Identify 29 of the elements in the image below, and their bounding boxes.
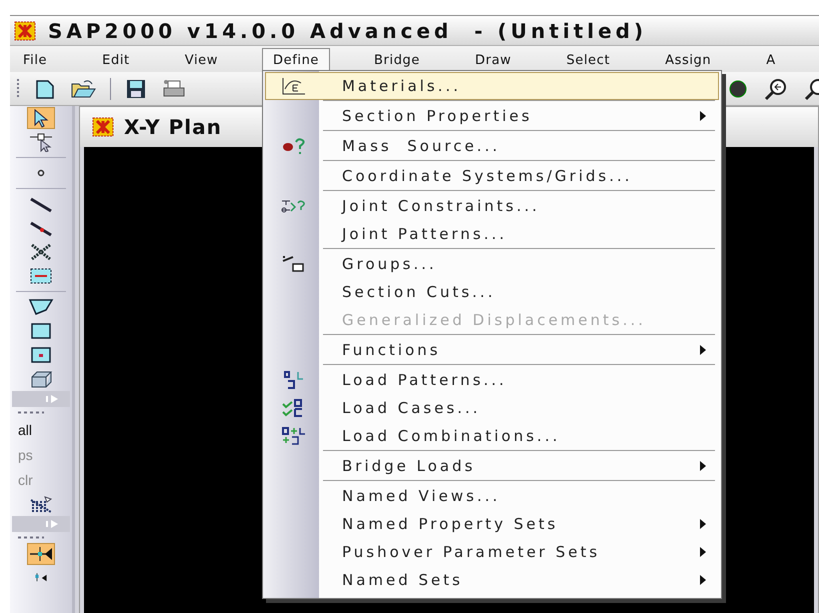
menu-item[interactable]: Section Cuts... — [264, 278, 719, 306]
menu-item[interactable]: Named Views... — [264, 482, 719, 510]
menu-item[interactable]: Mass Source... — [264, 132, 719, 160]
menu-bar-item[interactable]: Bridge — [363, 48, 432, 72]
menu-item[interactable]: Pushover Parameter Sets — [264, 538, 719, 566]
menu-bar-item[interactable]: View — [174, 48, 229, 72]
menu-bar-item[interactable]: File — [12, 48, 58, 72]
menu-item[interactable]: Coordinate Systems/Grids... — [264, 162, 719, 190]
menu-item[interactable]: Groups... — [264, 250, 719, 278]
menu-item[interactable]: Section Properties — [264, 102, 719, 130]
menu-bar-item[interactable]: Edit — [91, 48, 141, 72]
menu-item[interactable]: Materials... — [264, 72, 719, 100]
menu-item[interactable]: Named Property Sets — [264, 510, 719, 538]
menu-bar-item[interactable]: A — [755, 48, 787, 72]
menu-item[interactable]: Named Sets — [264, 566, 719, 594]
view-window-title: X-Y Plan — [124, 115, 222, 139]
menu-item[interactable]: Load Combinations... — [264, 422, 719, 450]
menu-item[interactable]: Load Patterns... — [264, 366, 719, 394]
menu-item[interactable]: Joint Patterns... — [264, 220, 719, 248]
select-tool[interactable]: all — [12, 417, 70, 442]
menu-bar-item[interactable]: Define — [262, 48, 330, 72]
window-title: SAP2000 v14.0.0 Advanced - (Untitled) — [48, 18, 647, 42]
menu-bar-item[interactable]: Draw — [464, 48, 522, 72]
menu-item[interactable]: Functions — [264, 336, 719, 364]
menu-item[interactable]: Bridge Loads — [264, 452, 719, 480]
menu-bar-item[interactable]: Select — [555, 48, 622, 72]
menu-item[interactable]: Joint Constraints... — [264, 192, 719, 220]
menu-item[interactable]: Load Cases... — [264, 394, 719, 422]
menu-bar-item[interactable]: Assign — [654, 48, 722, 72]
